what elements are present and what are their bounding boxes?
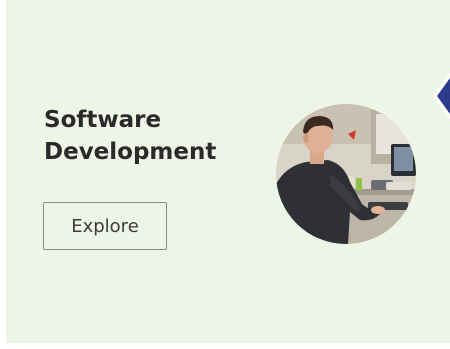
card-title: Software Development (44, 104, 216, 168)
category-card: Software Development Explore (6, 0, 450, 343)
next-slide-arrow[interactable] (430, 52, 450, 152)
explore-button[interactable]: Explore (43, 202, 167, 250)
chevron-right-icon (433, 72, 450, 120)
developer-photo (276, 104, 416, 244)
card-title-line1: Software (44, 107, 162, 133)
card-title-line2: Development (44, 139, 217, 165)
